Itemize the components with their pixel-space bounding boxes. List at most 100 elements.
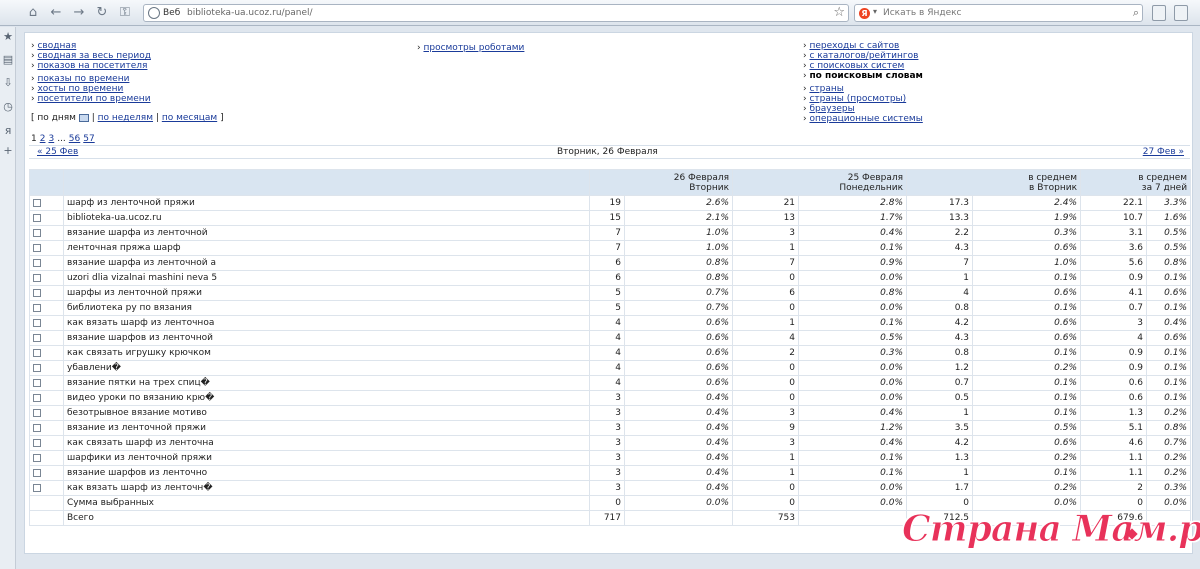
row-checkbox[interactable]	[33, 318, 41, 327]
prev-day-link[interactable]: « 25 Фев	[37, 146, 78, 159]
count-cell: 1	[732, 450, 800, 466]
percent-cell: 0.1%	[972, 465, 1082, 481]
page-link[interactable]: 2	[40, 134, 46, 144]
count-cell: 2.2	[906, 225, 974, 241]
count-cell: 7	[589, 240, 625, 256]
nav-item[interactable]: › операционные системы	[803, 114, 923, 124]
percent-cell: 0.2%	[972, 450, 1082, 466]
nav-item[interactable]: › браузеры	[803, 104, 923, 114]
bookmark-star-icon[interactable]: ☆	[833, 5, 845, 21]
row-checkbox[interactable]	[33, 288, 41, 297]
bookmarks-star-icon[interactable]: ★	[2, 31, 14, 43]
nav-item[interactable]: › страны (просмотры)	[803, 94, 923, 104]
nav-item[interactable]: › сводная	[31, 41, 151, 51]
tools-icon[interactable]	[1174, 5, 1188, 21]
count-cell: 1.3	[1080, 405, 1148, 421]
percent-cell: 0.2%	[972, 360, 1082, 376]
search-bar[interactable]: Я ▾ Искать в Яндекс ⌕	[854, 4, 1143, 22]
nav-item[interactable]: › страны	[803, 84, 923, 94]
row-checkbox[interactable]	[33, 423, 41, 432]
yandex-sidebar-icon[interactable]: я	[2, 125, 14, 137]
row-checkbox[interactable]	[33, 243, 41, 252]
filter-by-week[interactable]: по неделям	[98, 113, 153, 123]
percent-cell: 0.5%	[798, 330, 908, 346]
reload-icon[interactable]: ↻	[93, 4, 111, 22]
next-day-link[interactable]: 27 Фев »	[1143, 146, 1184, 159]
count-cell: 1	[906, 270, 974, 286]
table-row: как связать шарф из ленточна 3 0.4% 3 0.4% 4.…	[29, 435, 1192, 451]
row-checkbox[interactable]	[33, 348, 41, 357]
browser-sidebar: ★ ▤ ⇩ ◷ я +	[0, 27, 16, 569]
back-icon[interactable]: ←	[47, 4, 65, 22]
row-checkbox[interactable]	[33, 198, 41, 207]
count-cell: 2	[732, 345, 800, 361]
row-checkbox[interactable]	[33, 453, 41, 462]
nav-item[interactable]: › с поисковых систем	[803, 61, 923, 71]
home-icon[interactable]: ⌂	[24, 4, 42, 22]
row-checkbox[interactable]	[33, 468, 41, 477]
percent-cell: 0.8%	[623, 270, 734, 286]
count-cell: 0.9	[1080, 360, 1148, 376]
count-cell: 0.7	[1080, 300, 1148, 316]
nav-item[interactable]: › с каталогов/рейтингов	[803, 51, 923, 61]
nav-item[interactable]: › посетители по времени	[31, 94, 151, 104]
page-icon[interactable]	[1152, 5, 1166, 21]
percent-cell: 2.6%	[623, 195, 734, 211]
nav-item[interactable]: › хосты по времени	[31, 84, 151, 94]
keyword-cell: вязание из ленточной пряжи	[63, 420, 590, 436]
row-checkbox[interactable]	[33, 363, 41, 372]
row-checkbox[interactable]	[33, 408, 41, 417]
row-checkbox[interactable]	[33, 213, 41, 222]
nav-item[interactable]: › сводная за весь период	[31, 51, 151, 61]
row-checkbox[interactable]	[33, 258, 41, 267]
key-icon[interactable]: ⚿	[116, 4, 134, 22]
search-go-icon[interactable]: ⌕	[1133, 6, 1139, 20]
row-checkbox[interactable]	[33, 333, 41, 342]
add-panel-icon[interactable]: +	[2, 145, 14, 157]
calendar-icon[interactable]	[78, 113, 89, 122]
nav-item[interactable]: › показов на посетителя	[31, 61, 151, 71]
percent-cell: 0.4%	[623, 420, 734, 436]
percent-cell: 1.0%	[972, 255, 1082, 271]
nav-item[interactable]: › переходы с сайтов	[803, 41, 923, 51]
table-row: шарфики из ленточной пряжи 3 0.4% 1 0.1% 1.3 0…	[29, 450, 1192, 466]
percent-cell: 0.1%	[972, 345, 1082, 361]
row-checkbox[interactable]	[33, 378, 41, 387]
row-checkbox-cell	[29, 360, 64, 376]
page-link[interactable]: 57	[83, 134, 94, 144]
table-row: видео уроки по вязанию крю� 3 0.4% 0 0.0% 0.5…	[29, 390, 1192, 406]
table-header-row: 26 Февраля Вторник 25 Февраля Понедельник …	[29, 169, 1192, 196]
forward-icon[interactable]: →	[70, 4, 88, 22]
row-checkbox[interactable]	[33, 393, 41, 402]
row-checkbox-cell	[29, 255, 64, 271]
keyword-cell: библиотека ру по вязания	[63, 300, 590, 316]
notes-icon[interactable]: ▤	[2, 54, 14, 66]
history-clock-icon[interactable]: ◷	[2, 101, 14, 113]
row-checkbox[interactable]	[33, 438, 41, 447]
percent-cell: 0.4%	[623, 465, 734, 481]
count-cell: 0	[732, 480, 800, 496]
filter-by-month[interactable]: по месяцам	[162, 113, 217, 123]
page-link[interactable]: 56	[69, 134, 80, 144]
table-row: uzori dlia vizalnai mashini neva 5 6 0.8% 0…	[29, 270, 1192, 286]
percent-cell: 0.6%	[623, 330, 734, 346]
stats-panel: › сводная › сводная за весь период › пок…	[24, 32, 1193, 554]
row-checkbox[interactable]	[33, 303, 41, 312]
downloads-icon[interactable]: ⇩	[2, 77, 14, 89]
col-header: в среднем за 7 дней	[1080, 169, 1192, 196]
search-input[interactable]: Искать в Яндекс	[883, 8, 962, 18]
date-navigation: « 25 Фев Вторник, 26 Февраля 27 Фев »	[29, 145, 1190, 159]
url-text[interactable]: biblioteka-ua.ucoz.ru/panel/	[187, 8, 313, 18]
page-current: 1	[31, 134, 37, 144]
address-bar[interactable]: Веб biblioteka-ua.ucoz.ru/panel/ ☆	[143, 4, 849, 22]
nav-item[interactable]: › просмотры роботами	[417, 43, 524, 53]
row-checkbox[interactable]	[33, 228, 41, 237]
dropdown-arrow-icon[interactable]: ▾	[873, 7, 877, 16]
percent-cell: 0.0%	[798, 480, 908, 496]
percent-cell: 1.6%	[1146, 210, 1192, 226]
nav-item[interactable]: › показы по времени	[31, 74, 151, 84]
count-cell: 9	[732, 420, 800, 436]
page-link[interactable]: 3	[48, 134, 54, 144]
row-checkbox[interactable]	[33, 273, 41, 282]
row-checkbox[interactable]	[33, 483, 41, 492]
